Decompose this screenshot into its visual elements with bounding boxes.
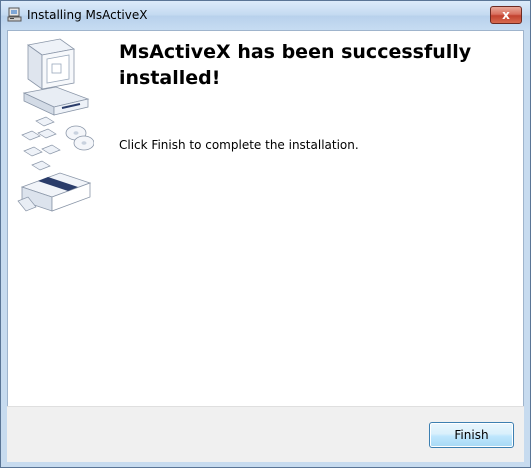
computer-disks-box-illustration <box>17 38 94 212</box>
button-bar: Finish <box>7 406 524 462</box>
close-icon: x <box>502 8 510 22</box>
floppy-disk-icons <box>21 116 61 171</box>
installer-icon <box>7 7 22 22</box>
finish-button[interactable]: Finish <box>429 422 514 448</box>
main-panel: MsActiveX has been successfully installe… <box>7 30 524 406</box>
title-bar[interactable]: Installing MsActiveX x <box>1 1 530 30</box>
success-heading: MsActiveX has been successfully installe… <box>119 41 472 89</box>
computer-icon <box>22 38 90 116</box>
close-button[interactable]: x <box>490 6 522 24</box>
software-box-icon <box>17 172 92 212</box>
window-title: Installing MsActiveX <box>27 8 148 22</box>
instruction-text: Click Finish to complete the installatio… <box>119 138 359 152</box>
cd-disc-icons <box>65 125 94 151</box>
installer-window: Installing MsActiveX x MsActiveX has bee… <box>0 0 531 468</box>
